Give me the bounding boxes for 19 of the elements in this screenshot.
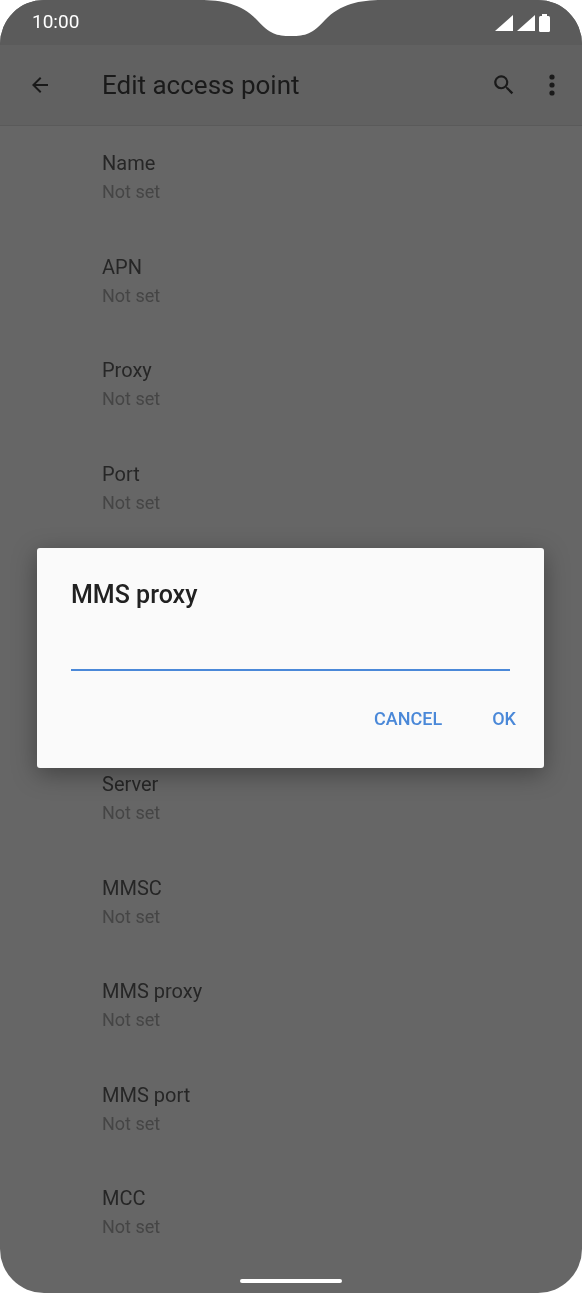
status-time: 10:00: [32, 9, 80, 36]
setting-label: MMS port: [102, 1082, 191, 1107]
setting-label: Name: [102, 151, 156, 175]
setting-label: Server: [102, 772, 159, 796]
dialog-button[interactable]: CANCEL: [360, 698, 457, 738]
setting-label: APN: [102, 254, 142, 279]
battery-icon: [539, 13, 550, 32]
setting-label: MCC: [102, 1186, 146, 1210]
dialog-button[interactable]: OK: [478, 698, 530, 738]
signal-icon: [517, 14, 535, 31]
signal-icon: [495, 14, 513, 31]
dialog-title: MMS proxy: [71, 579, 199, 611]
setting-label: Port: [102, 461, 140, 486]
more-vertical-icon: [548, 73, 556, 97]
toolbar-title: Edit access point: [102, 68, 301, 102]
bottom-nav-handle[interactable]: [240, 1279, 342, 1283]
setting-label: Proxy: [102, 358, 152, 382]
setting-label: MMSC: [102, 875, 162, 900]
setting-label: MMS proxy: [102, 979, 203, 1003]
